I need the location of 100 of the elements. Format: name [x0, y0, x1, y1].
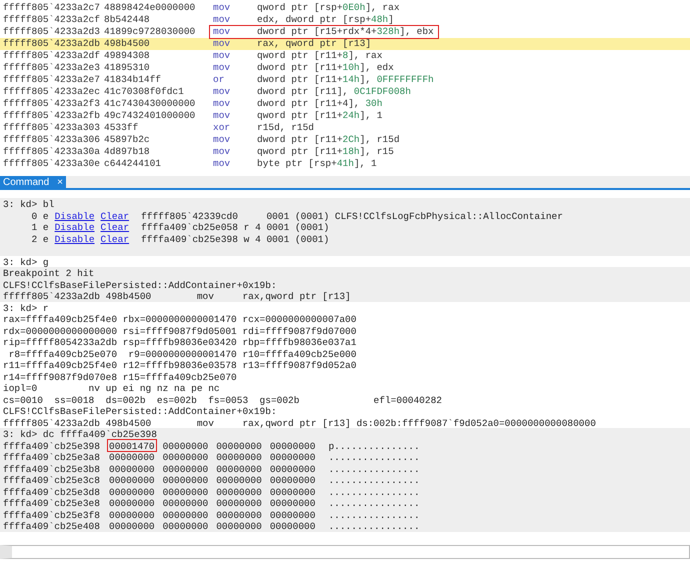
- breakpoint-link[interactable]: Clear: [100, 221, 130, 232]
- output-line: rdx=0000000000000000 rsi=ffff9087f9d05001 rdi=ffff9087f9d07000: [3, 324, 358, 336]
- instruction-row[interactable]: fffff805`4233a2ec 41c70308f0fdc1 mov dword ptr [r11], 0C1FDF008h: [0, 86, 690, 98]
- memory-address: ffffa409`cb25e408: [3, 520, 101, 532]
- mnemonic: mov: [212, 38, 232, 50]
- breakpoint-link[interactable]: Clear: [100, 210, 130, 221]
- breakpoint-details: ffffa409`cb25e398 w 4 0001 (0001): [141, 232, 330, 244]
- memory-address: ffffa409`cb25e3b8: [3, 462, 101, 474]
- instruction-row[interactable]: fffff805`4233a2e7 41834b14ff or dword ptr [r11+14h], 0FFFFFFFFh: [0, 74, 690, 86]
- memory-word: 00000000: [215, 497, 263, 508]
- instruction-address: fffff805`4233a2c7: [3, 2, 101, 14]
- mnemonic: mov: [212, 14, 232, 26]
- memory-address: ffffa409`cb25e398: [3, 440, 101, 451]
- memory-word: 00000000: [108, 520, 156, 532]
- output-line: rip=fffff8054233a2db rsp=ffffb98036e03420 rbp=ffffb98036e037a1: [3, 336, 358, 348]
- instruction-row[interactable]: fffff805`4233a2e3 41895310 mov dword ptr [r11+10h], edx: [0, 62, 690, 74]
- memory-address: ffffa409`cb25e3c8: [3, 474, 101, 486]
- memory-word: 00000000: [268, 520, 316, 532]
- memory-address: ffffa409`cb25e3f8: [3, 508, 101, 520]
- highlighted-memory-word: 00001470: [108, 440, 156, 451]
- output-line: fffff805`4233a2db 498b4500 mov rax,qword ptr [r13]: [3, 290, 352, 302]
- memory-word: 00000000: [215, 440, 263, 451]
- output-line: 3: kd> r: [3, 302, 50, 313]
- mnemonic: mov: [212, 146, 232, 158]
- output-line: fffff805`4233a2db 498b4500 mov rax,qword ptr [r13] ds:002b:ffff9087`f9d052a0=0000000000080000: [3, 416, 597, 428]
- operands: dword ptr [r11+14h], 0FFFFFFFFh: [257, 74, 434, 86]
- breakpoint-number: 2 e: [30, 232, 49, 244]
- instruction-row[interactable]: fffff805`4233a2c7 48898424e0000000 mov qword ptr [rsp+0E0h], rax: [0, 2, 690, 14]
- breakpoint-link[interactable]: Disable: [54, 221, 95, 232]
- operands: qword ptr [r11+18h], r15: [257, 146, 394, 158]
- memory-word: 00000000: [215, 520, 263, 532]
- instruction-row[interactable]: fffff805`4233a30a 4d897b18 mov qword ptr [r11+18h], r15: [0, 146, 690, 158]
- instruction-row[interactable]: fffff805`4233a2df 49894308 mov qword ptr [r11+8], rax: [0, 50, 690, 62]
- instruction-address: fffff805`4233a2ec: [3, 86, 101, 98]
- breakpoint-number: 1 e: [30, 221, 49, 232]
- mnemonic: or: [212, 74, 226, 86]
- instruction-address: fffff805`4233a2d3: [3, 26, 101, 38]
- breakpoint-link[interactable]: Disable: [54, 210, 95, 221]
- memory-word: 00000000: [215, 474, 263, 486]
- instruction-row[interactable]: fffff805`4233a2cf 8b542448 mov edx, dword ptr [rsp+48h]: [0, 14, 690, 26]
- breakpoint-link[interactable]: Clear: [100, 232, 130, 244]
- output-line: r8=ffffa409cb25e070 r9=0000000000001470 r10=ffffa409cb25e000: [8, 348, 358, 359]
- operands: dword ptr [r11+4], 30h: [257, 98, 382, 110]
- output-line: rax=ffffa409cb25f4e0 rbx=0000000000001470 rcx=0000000000007a00: [3, 313, 358, 324]
- instruction-bytes: 45897b2c: [104, 134, 151, 146]
- instruction-row[interactable]: fffff805`4233a30e c644244101 mov byte ptr [rsp+41h], 1: [0, 158, 690, 170]
- mnemonic: mov: [212, 98, 232, 110]
- output-line: r11=ffffa409cb25f4e0 r12=ffffb98036e03578 r13=ffff9087f9d052a0: [3, 359, 358, 370]
- memory-ascii: ................: [328, 497, 420, 508]
- command-tab[interactable]: Command ×: [0, 176, 66, 188]
- output-line: Breakpoint 2 hit: [3, 267, 96, 278]
- memory-word: 00000000: [215, 486, 263, 497]
- memory-word: 00000000: [108, 486, 156, 497]
- instruction-row[interactable]: fffff805`4233a2d3 41899c9728030000 mov dword ptr [r15+rdx*4+328h], ebx: [0, 26, 690, 38]
- output-line: cs=0010 ss=0018 ds=002b es=002b fs=0053 gs=002b efl=00040282: [3, 394, 443, 405]
- close-icon[interactable]: ×: [57, 174, 63, 190]
- output-line: CLFS!CClfsBaseFilePersisted::AddContainer+0x19b:: [3, 278, 278, 290]
- instruction-address: fffff805`4233a2e7: [3, 74, 101, 86]
- memory-word: 00000000: [108, 497, 156, 508]
- instruction-address: fffff805`4233a306: [3, 134, 101, 146]
- instruction-address: fffff805`4233a2e3: [3, 62, 101, 74]
- mnemonic: mov: [212, 134, 232, 146]
- memory-word: 00000000: [162, 474, 210, 486]
- operands: edx, dword ptr [rsp+48h]: [257, 14, 394, 26]
- instruction-row[interactable]: fffff805`4233a2f3 41c7430430000000 mov dword ptr [r11+4], 30h: [0, 98, 690, 110]
- instruction-row[interactable]: fffff805`4233a303 4533ff xor r15d, r15d: [0, 122, 690, 134]
- instruction-bytes: 41834b14ff: [104, 74, 162, 86]
- instruction-address: fffff805`4233a30a: [3, 146, 101, 158]
- memory-word: 00000000: [268, 508, 316, 520]
- instruction-bytes: 41899c9728030000: [104, 26, 196, 38]
- operands: qword ptr [rsp+0E0h], rax: [257, 2, 400, 14]
- breakpoint-details: fffff805`42339cd0 0001 (0001) CLFS!CClfsLogFcbPhysical::AllocContainer: [141, 210, 563, 221]
- instruction-address: fffff805`4233a2df: [3, 50, 101, 62]
- memory-word: 00000000: [268, 474, 316, 486]
- mnemonic: mov: [212, 26, 232, 38]
- instruction-bytes: 4533ff: [104, 122, 140, 134]
- breakpoint-link[interactable]: Disable: [54, 232, 95, 244]
- instruction-bytes: 4d897b18: [104, 146, 151, 158]
- breakpoint-details: ffffa409`cb25e058 r 4 0001 (0001): [141, 221, 330, 232]
- operands: qword ptr [r11+24h], 1: [257, 110, 382, 122]
- instruction-address: fffff805`4233a2fb: [3, 110, 101, 122]
- instruction-row[interactable]: fffff805`4233a306 45897b2c mov dword ptr [r11+2Ch], r15d: [0, 134, 690, 146]
- operands: dword ptr [r11+2Ch], r15d: [257, 134, 400, 146]
- memory-word: 00000000: [162, 520, 210, 532]
- operands: dword ptr [r11+10h], edx: [257, 62, 394, 74]
- output-line: r14=ffff9087f9d070e8 r15=ffffa409cb25e070: [3, 370, 238, 382]
- current-instruction-row[interactable]: fffff805`4233a2db 498b4500 mov rax, qword ptr [r13]: [0, 38, 690, 50]
- output-line: iopl=0 nv up ei ng nz na pe nc: [3, 382, 221, 394]
- memory-ascii: ................: [328, 508, 420, 520]
- instruction-bytes: c644244101: [104, 158, 162, 170]
- instruction-bytes: 41c70308f0fdc1: [104, 86, 185, 98]
- command-input-field[interactable]: [0, 545, 690, 559]
- operands: qword ptr [r11+8], rax: [257, 50, 382, 62]
- instruction-address: fffff805`4233a303: [3, 122, 101, 134]
- instruction-address: fffff805`4233a2f3: [3, 98, 101, 110]
- instruction-row[interactable]: fffff805`4233a2fb 49c7432401000000 mov qword ptr [r11+24h], 1: [0, 110, 690, 122]
- memory-word: 00000000: [108, 508, 156, 520]
- memory-word: 00000000: [162, 462, 210, 474]
- mnemonic: mov: [212, 2, 232, 14]
- memory-word: 00000000: [268, 497, 316, 508]
